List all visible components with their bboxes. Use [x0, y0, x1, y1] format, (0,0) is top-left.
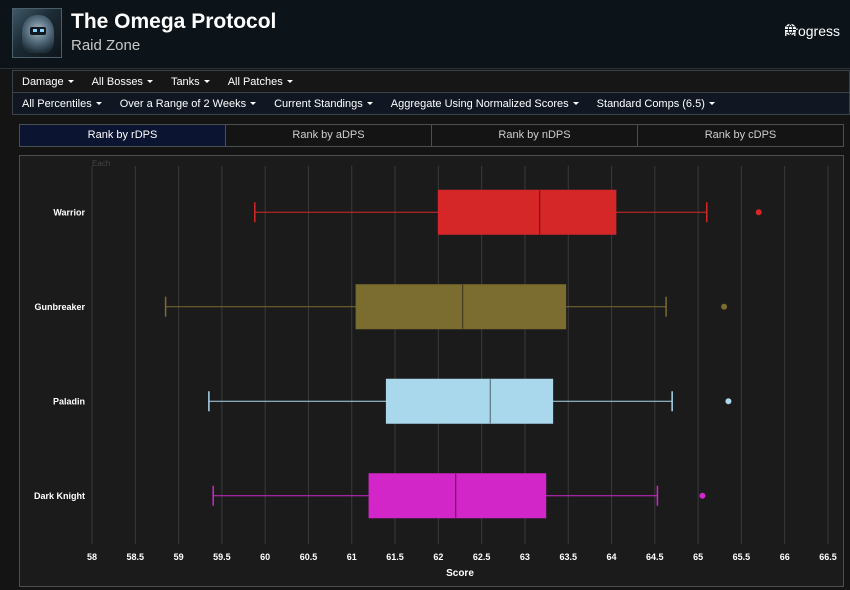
- x-tick-label: 66.5: [819, 552, 837, 562]
- damage-dropdown-label: Damage: [22, 75, 64, 88]
- x-tick-label: 61.5: [386, 552, 404, 562]
- chevron-down-icon: [572, 102, 579, 106]
- rank-tabs: Rank by rDPS Rank by aDPS Rank by nDPS R…: [19, 124, 844, 147]
- box: [437, 189, 617, 235]
- chevron-down-icon: [203, 80, 210, 84]
- progress-link[interactable]: Progress: [784, 23, 840, 39]
- role-dropdown-label: Tanks: [170, 75, 200, 88]
- x-tick-label: 60: [260, 552, 270, 562]
- box: [355, 284, 567, 330]
- category-label: Dark Knight: [34, 491, 85, 501]
- percentiles-dropdown-label: All Percentiles: [22, 97, 92, 110]
- x-tick-label: 59: [174, 552, 184, 562]
- outlier-point: [755, 209, 762, 216]
- x-tick-label: 63: [520, 552, 530, 562]
- x-tick-label: 62: [433, 552, 443, 562]
- outlier-point: [699, 492, 706, 499]
- filter-bar-secondary: All Percentiles Over a Range of 2 Weeks …: [12, 93, 850, 115]
- globe-icon: [784, 23, 797, 36]
- x-tick-label: 58.5: [127, 552, 145, 562]
- chevron-down-icon: [250, 102, 257, 106]
- chevron-down-icon: [366, 102, 373, 106]
- time-range-dropdown-label: Over a Range of 2 Weeks: [119, 97, 247, 110]
- category-label: Warrior: [53, 207, 85, 217]
- patches-dropdown-label: All Patches: [227, 75, 283, 88]
- x-tick-label: 58: [87, 552, 97, 562]
- zone-icon: [12, 8, 62, 58]
- x-axis-title: Score: [446, 568, 474, 579]
- chevron-down-icon: [95, 102, 102, 106]
- category-label: Gunbreaker: [34, 302, 85, 312]
- zone-header: The Omega Protocol Raid Zone Progress: [0, 0, 850, 69]
- chevron-down-icon: [286, 80, 293, 84]
- x-tick-label: 64.5: [646, 552, 664, 562]
- x-tick-label: 62.5: [473, 552, 491, 562]
- chevron-down-icon: [708, 102, 715, 106]
- box: [368, 473, 547, 519]
- page-subtitle: Raid Zone: [71, 37, 141, 54]
- box: [385, 378, 554, 424]
- x-tick-label: 64: [607, 552, 617, 562]
- x-tick-label: 59.5: [213, 552, 231, 562]
- corner-label: Each: [92, 159, 110, 168]
- standings-dropdown-label: Current Standings: [274, 97, 363, 110]
- tab-ndps[interactable]: Rank by nDPS: [431, 125, 637, 146]
- tab-rdps[interactable]: Rank by rDPS: [20, 125, 225, 146]
- damage-dropdown[interactable]: Damage: [13, 76, 83, 88]
- tab-cdps[interactable]: Rank by cDPS: [637, 125, 843, 146]
- chevron-down-icon: [67, 80, 74, 84]
- category-label: Paladin: [53, 396, 85, 406]
- patches-dropdown[interactable]: All Patches: [219, 76, 302, 88]
- comps-dropdown-label: Standard Comps (6.5): [596, 97, 705, 110]
- x-tick-label: 65.5: [733, 552, 751, 562]
- chevron-down-icon: [146, 80, 153, 84]
- filter-bar-primary: Damage All Bosses Tanks All Patches: [12, 70, 850, 93]
- tab-adps[interactable]: Rank by aDPS: [225, 125, 431, 146]
- outlier-point: [725, 398, 732, 405]
- x-tick-label: 60.5: [300, 552, 318, 562]
- bosses-dropdown-label: All Bosses: [91, 75, 143, 88]
- comps-dropdown[interactable]: Standard Comps (6.5): [588, 98, 724, 110]
- aggregate-dropdown-label: Aggregate Using Normalized Scores: [390, 97, 569, 110]
- time-range-dropdown[interactable]: Over a Range of 2 Weeks: [111, 98, 265, 110]
- page-title: The Omega Protocol: [71, 10, 277, 33]
- bosses-dropdown[interactable]: All Bosses: [83, 76, 162, 88]
- x-tick-label: 65: [693, 552, 703, 562]
- x-tick-label: 66: [780, 552, 790, 562]
- outlier-point: [721, 303, 728, 310]
- percentiles-dropdown[interactable]: All Percentiles: [13, 98, 111, 110]
- boxplot-svg: Each 58 58.5 59 59.5 60 60.5 61 61.5 62 62.5 63 63.5…: [34, 159, 837, 579]
- x-tick-label: 61: [347, 552, 357, 562]
- x-tick-label: 63.5: [559, 552, 577, 562]
- boxplot-chart: Each 58 58.5 59 59.5 60 60.5 61 61.5 62 62.5 63 63.5…: [19, 155, 844, 587]
- aggregate-dropdown[interactable]: Aggregate Using Normalized Scores: [382, 98, 588, 110]
- standings-dropdown[interactable]: Current Standings: [265, 98, 382, 110]
- role-dropdown[interactable]: Tanks: [162, 76, 219, 88]
